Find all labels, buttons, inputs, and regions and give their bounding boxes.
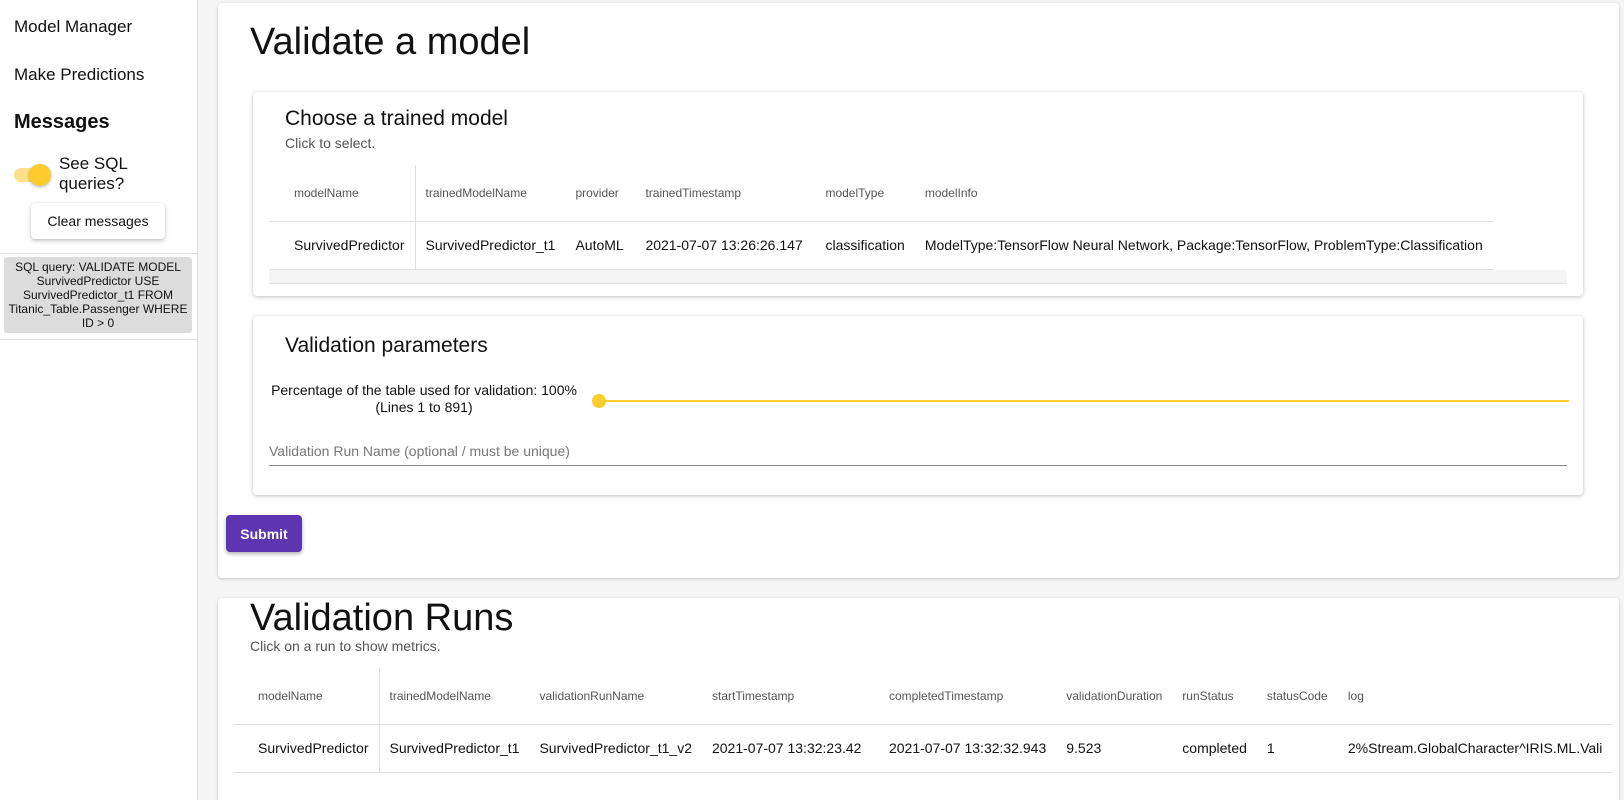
col-validationRunName[interactable]: validationRunName — [529, 668, 702, 724]
sql-toggle-row: See SQL queries? — [0, 154, 197, 194]
table-row[interactable]: SurvivedPredictor SurvivedPredictor_t1 A… — [269, 220, 1493, 270]
trained-models-table: modelName trainedModelName provider trai… — [269, 165, 1493, 270]
table-header-row: modelName trainedModelName provider trai… — [269, 165, 1493, 221]
col-modelInfo[interactable]: modelInfo — [915, 165, 1493, 221]
cell-trainedModelName: SurvivedPredictor_t1 — [415, 220, 566, 270]
validation-params-card: Validation parameters Percentage of the … — [253, 316, 1583, 495]
col-runStatus[interactable]: runStatus — [1172, 668, 1257, 724]
nav-make-predictions[interactable]: Make Predictions — [0, 65, 197, 85]
cell-provider: AutoML — [565, 220, 636, 270]
slider-track[interactable] — [599, 400, 1569, 402]
col-modelName[interactable]: modelName — [234, 668, 380, 724]
col-trainedTimestamp[interactable]: trainedTimestamp — [635, 165, 815, 221]
cell-trainedTimestamp: 2021-07-07 13:26:26.147 — [635, 220, 816, 270]
validate-panel: Validate a model Choose a trained model … — [218, 3, 1619, 578]
cell-statusCode: 1 — [1256, 723, 1338, 773]
slider-label-line1: Percentage of the table used for validat… — [271, 382, 577, 398]
col-startTimestamp[interactable]: startTimestamp — [702, 668, 879, 724]
validation-percentage-slider: Percentage of the table used for validat… — [269, 382, 1569, 422]
col-trainedModelName[interactable]: trainedModelName — [379, 668, 529, 724]
sql-queries-label: See SQL queries? — [58, 154, 128, 193]
cell-trainedModelName: SurvivedPredictor_t1 — [379, 723, 530, 773]
col-modelType[interactable]: modelType — [815, 165, 914, 221]
col-trainedModelName[interactable]: trainedModelName — [415, 165, 565, 221]
table-header-row: modelName trainedModelName validationRun… — [234, 668, 1612, 724]
choose-model-title: Choose a trained model — [285, 107, 508, 130]
col-completedTimestamp[interactable]: completedTimestamp — [879, 668, 1056, 724]
cell-runStatus: completed — [1172, 723, 1257, 773]
clear-messages-button[interactable]: Clear messages — [31, 203, 165, 239]
validation-runs-subtitle: Click on a run to show metrics. — [250, 638, 441, 654]
choose-model-card: Choose a trained model Click to select. … — [253, 92, 1583, 296]
cell-validationDuration: 9.523 — [1056, 723, 1173, 773]
sql-queries-toggle[interactable] — [14, 162, 51, 186]
sql-query-message: SQL query: VALIDATE MODEL SurvivedPredic… — [4, 257, 192, 333]
cell-startTimestamp: 2021-07-07 13:32:23.42 — [701, 723, 879, 773]
col-validationDuration[interactable]: validationDuration — [1056, 668, 1172, 724]
validation-runs-table: modelName trainedModelName validationRun… — [234, 668, 1613, 773]
cell-modelType: classification — [815, 220, 915, 270]
nav-model-manager[interactable]: Model Manager — [0, 17, 197, 37]
sidebar-divider — [0, 339, 197, 340]
cell-validationRunName: SurvivedPredictor_t1_v2 — [529, 723, 702, 773]
messages-title: Messages — [14, 111, 110, 133]
cell-modelName: SurvivedPredictor — [234, 723, 380, 773]
validation-params-title: Validation parameters — [285, 334, 488, 357]
validation-runs-title: Validation Runs — [250, 597, 514, 639]
col-statusCode[interactable]: statusCode — [1257, 668, 1338, 724]
horizontal-scrollbar[interactable] — [269, 269, 1567, 284]
cell-modelInfo: ModelType:TensorFlow Neural Network, Pac… — [914, 220, 1493, 270]
sidebar: Model Manager Make Predictions Messages … — [0, 0, 198, 800]
sidebar-divider — [0, 253, 197, 254]
slider-thumb[interactable] — [592, 394, 606, 408]
trained-models-table-wrap: modelName trainedModelName provider trai… — [269, 165, 1569, 284]
slider-label-line2: (Lines 1 to 891) — [375, 399, 473, 415]
validation-runs-table-wrap: modelName trainedModelName validationRun… — [234, 668, 1619, 773]
table-row[interactable]: SurvivedPredictor SurvivedPredictor_t1 S… — [234, 723, 1613, 773]
col-log[interactable]: log — [1338, 668, 1613, 724]
page-title: Validate a model — [250, 21, 531, 63]
cell-log: 2%Stream.GlobalCharacter^IRIS.ML.Vali — [1337, 723, 1613, 773]
slider-label: Percentage of the table used for validat… — [269, 382, 579, 416]
toggle-thumb — [29, 164, 51, 186]
cell-completedTimestamp: 2021-07-07 13:32:32.943 — [878, 723, 1057, 773]
submit-button[interactable]: Submit — [226, 515, 302, 552]
choose-model-subtitle: Click to select. — [285, 135, 376, 151]
validation-runs-panel: Validation Runs Click on a run to show m… — [218, 597, 1619, 800]
validation-run-name-input[interactable] — [269, 436, 1567, 466]
cell-modelName: SurvivedPredictor — [269, 220, 416, 270]
col-modelName[interactable]: modelName — [269, 165, 416, 221]
col-provider[interactable]: provider — [565, 165, 635, 221]
